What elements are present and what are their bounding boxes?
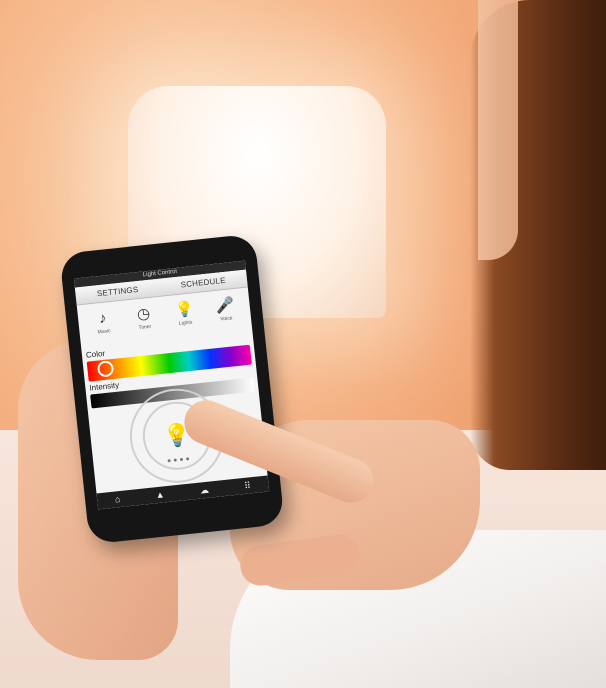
lights-button[interactable]: 💡 Lights xyxy=(168,299,201,336)
cloud-icon[interactable]: ☁ xyxy=(199,484,209,496)
music-button[interactable]: ♪ Music xyxy=(87,307,120,344)
music-label: Music xyxy=(97,328,111,336)
timer-icon: ◷ xyxy=(136,304,151,324)
music-icon: ♪ xyxy=(98,309,108,328)
alert-icon[interactable]: ▲ xyxy=(155,489,165,500)
timer-button[interactable]: ◷ Timer xyxy=(128,303,161,340)
color-picker-handle[interactable] xyxy=(96,360,115,378)
voice-button[interactable]: 🎤 Voice xyxy=(209,294,242,331)
smartphone: Light Control SETTINGS SCHEDULE ♪ Music … xyxy=(59,233,285,545)
timer-label: Timer xyxy=(138,323,152,332)
voice-label: Voice xyxy=(220,315,233,323)
voice-icon: 🎤 xyxy=(214,296,236,315)
home-icon[interactable]: ⌂ xyxy=(114,494,120,505)
photo-scene: Light Control SETTINGS SCHEDULE ♪ Music … xyxy=(0,0,606,688)
grid-icon[interactable]: ⠿ xyxy=(244,480,252,492)
face xyxy=(478,0,518,260)
phone-screen: Light Control SETTINGS SCHEDULE ♪ Music … xyxy=(73,260,270,510)
lights-label: Lights xyxy=(178,319,193,327)
lights-icon: 💡 xyxy=(174,300,195,320)
